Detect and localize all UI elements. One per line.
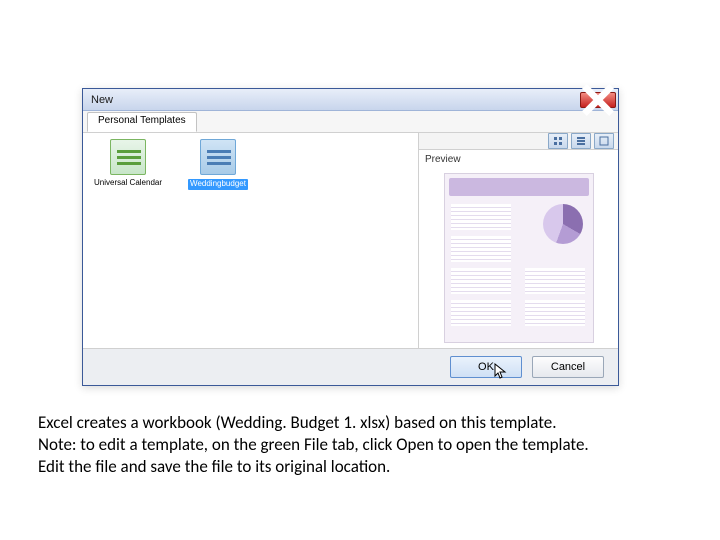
close-button[interactable] <box>580 92 616 108</box>
cancel-button[interactable]: Cancel <box>532 356 604 378</box>
tabstrip: Personal Templates <box>83 111 618 133</box>
new-dialog: New Personal Templates Universal Calenda… <box>82 88 619 386</box>
caption-line: Note: to edit a template, on the green F… <box>38 434 678 456</box>
preview-column: Preview <box>418 133 618 348</box>
view-list-button[interactable] <box>571 133 591 149</box>
preview-label: Preview <box>419 150 618 165</box>
view-details-button[interactable] <box>594 133 614 149</box>
preview-area <box>425 169 612 347</box>
button-row: OK Cancel <box>83 349 618 385</box>
dialog-content: Universal Calendar Weddingbudget Preview <box>83 133 618 349</box>
view-large-icons-button[interactable] <box>548 133 568 149</box>
tab-personal-templates[interactable]: Personal Templates <box>87 112 197 132</box>
wedding-budget-preview <box>444 173 594 343</box>
close-icon <box>581 83 615 117</box>
template-item-weddingbudget[interactable]: Weddingbudget <box>179 139 257 190</box>
templates-pane: Universal Calendar Weddingbudget <box>83 133 418 348</box>
excel-template-icon <box>110 139 146 175</box>
view-toolbar <box>419 133 618 150</box>
ok-button[interactable]: OK <box>450 356 522 378</box>
caption-line: Edit the file and save the file to its o… <box>38 456 678 478</box>
template-label: Universal Calendar <box>94 178 162 187</box>
list-icon <box>576 136 586 146</box>
titlebar[interactable]: New <box>83 89 618 111</box>
template-label: Weddingbudget <box>188 179 248 190</box>
template-item-universal-calendar[interactable]: Universal Calendar <box>89 139 167 188</box>
details-icon <box>599 136 609 146</box>
caption-text: Excel creates a workbook (Wedding. Budge… <box>38 412 678 478</box>
large-icons-icon <box>553 136 563 146</box>
dialog-title: New <box>91 94 580 106</box>
excel-template-icon <box>200 139 236 175</box>
pie-chart-icon <box>543 204 583 244</box>
caption-line: Excel creates a workbook (Wedding. Budge… <box>38 412 678 434</box>
